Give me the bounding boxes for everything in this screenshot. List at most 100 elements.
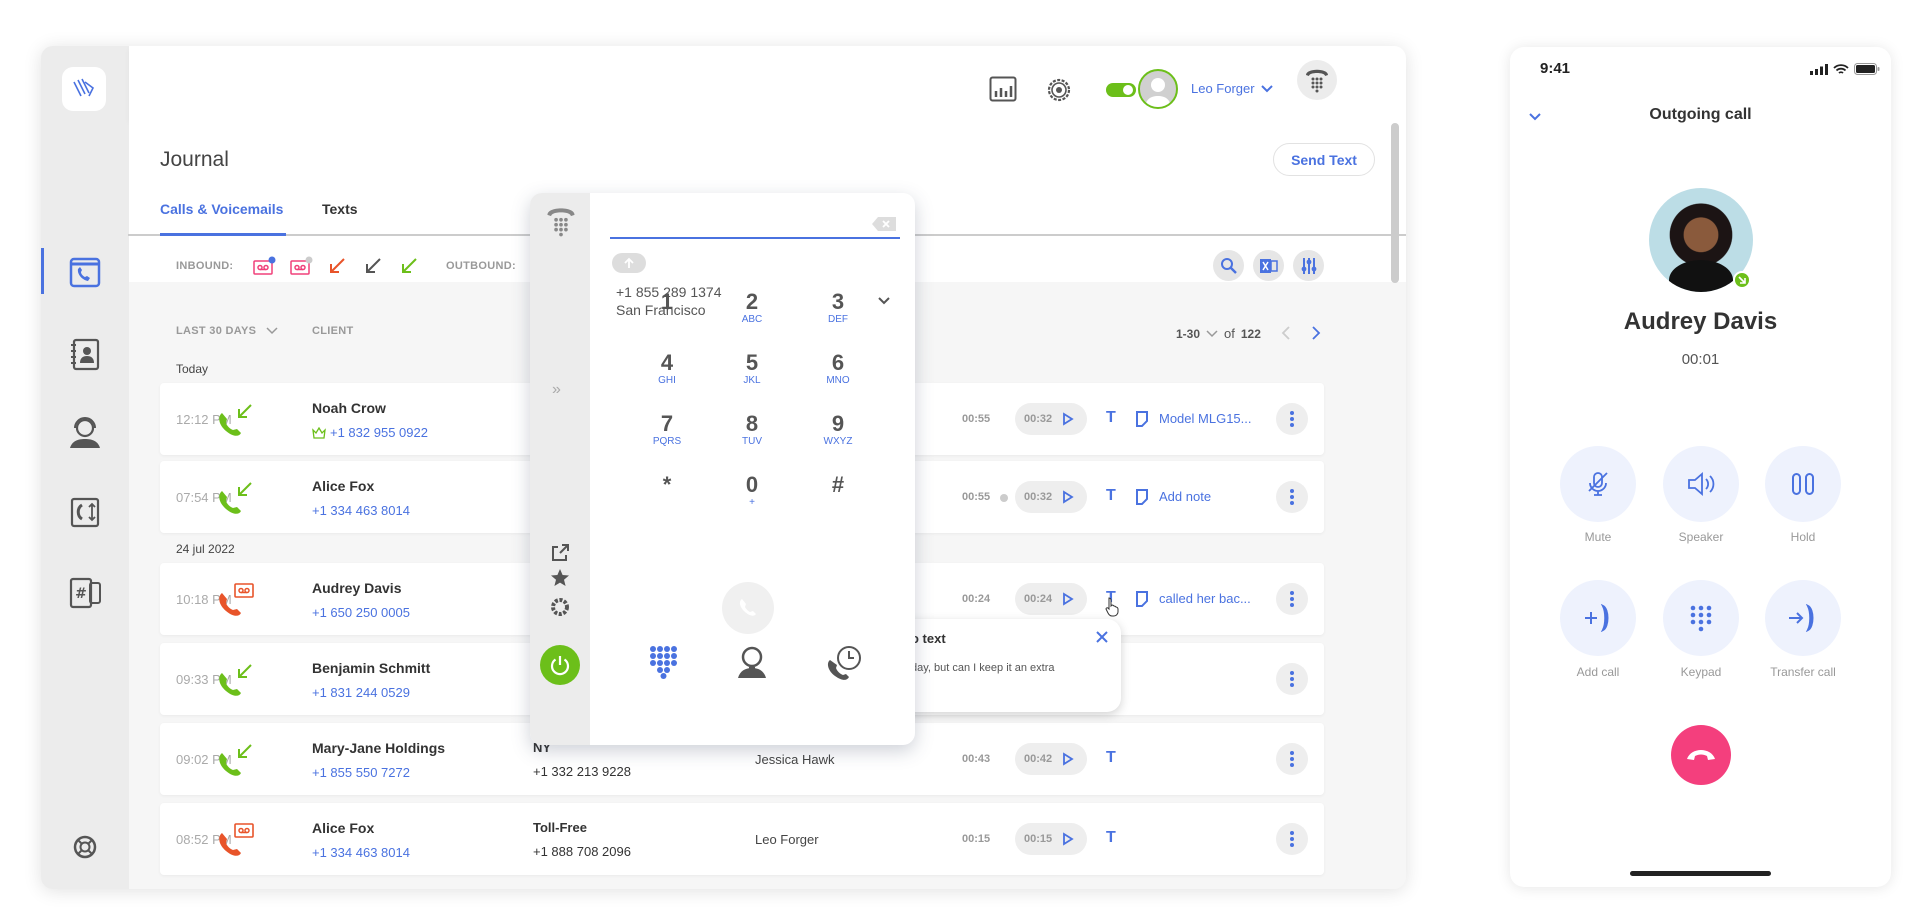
client-phone[interactable]: +1 832 955 0922 [330, 425, 428, 440]
client-name[interactable]: Alice Fox [312, 820, 374, 836]
sidebar-item-numbers[interactable]: # [65, 572, 105, 612]
transcription-button[interactable]: T [1106, 749, 1116, 767]
client-phone-wrap[interactable]: +1 855 550 7272 [312, 765, 410, 780]
client-phone[interactable]: +1 855 550 7272 [312, 765, 410, 780]
dial-key[interactable]: 5 JKL [717, 351, 787, 387]
mute-button[interactable] [1560, 446, 1636, 522]
note-icon[interactable] [1135, 411, 1149, 427]
filter-missed[interactable] [328, 257, 346, 280]
call-note[interactable]: called her bac... [1159, 591, 1251, 606]
availability-toggle[interactable] [1106, 83, 1136, 97]
user-avatar[interactable] [1138, 69, 1178, 109]
add-call-button[interactable] [1560, 580, 1636, 656]
chevron-down-icon[interactable] [1206, 329, 1218, 338]
note-icon[interactable] [1135, 489, 1149, 505]
tab-calls-voicemails[interactable]: Calls & Voicemails [160, 201, 283, 217]
dial-key[interactable]: 8 TUV [717, 412, 787, 448]
app-logo[interactable] [62, 67, 106, 111]
power-button[interactable] [540, 645, 580, 685]
client-name[interactable]: Mary-Jane Holdings [312, 740, 445, 756]
send-text-button[interactable]: Send Text [1273, 143, 1375, 176]
reports-button[interactable] [989, 76, 1017, 107]
client-phone-wrap[interactable]: +1 334 463 8014 [312, 503, 410, 518]
recording-player[interactable]: 00:24 [1015, 583, 1087, 615]
dial-key[interactable]: 0 + [717, 473, 787, 509]
hold-button[interactable] [1765, 446, 1841, 522]
call-note[interactable]: Add note [1159, 489, 1211, 504]
client-name[interactable]: Benjamin Schmitt [312, 660, 430, 676]
period-dropdown[interactable]: LAST 30 DAYS [176, 325, 278, 337]
caller-id-dropdown[interactable] [877, 293, 891, 311]
next-page-button[interactable] [1311, 325, 1321, 346]
call-button[interactable] [722, 582, 774, 634]
history-tab[interactable] [825, 645, 863, 686]
dial-key[interactable]: * [632, 473, 702, 497]
filter-settings-button[interactable] [1293, 250, 1324, 281]
backspace-button[interactable] [872, 217, 896, 236]
call-note[interactable]: Model MLG15... [1159, 411, 1252, 426]
contacts-tab[interactable] [735, 645, 769, 684]
dial-number-input[interactable] [610, 213, 900, 239]
note-icon[interactable] [1135, 591, 1149, 607]
export-excel-button[interactable] [1253, 250, 1284, 281]
row-menu-button[interactable] [1276, 583, 1308, 615]
client-name[interactable]: Noah Crow [312, 400, 386, 416]
row-menu-button[interactable] [1276, 663, 1308, 695]
transcription-button[interactable]: T [1106, 829, 1116, 847]
client-phone-wrap[interactable]: +1 832 955 0922 [312, 425, 428, 440]
dialer-toggle-button[interactable] [1297, 60, 1337, 100]
filter-voicemail-new[interactable] [253, 256, 277, 281]
recording-player[interactable]: 00:15 [1015, 823, 1087, 855]
keypad-button[interactable] [1663, 580, 1739, 656]
client-phone-wrap[interactable]: +1 650 250 0005 [312, 605, 410, 620]
expand-rail-button[interactable]: » [552, 381, 561, 399]
sidebar-item-help[interactable] [65, 827, 105, 867]
speaker-button[interactable] [1663, 446, 1739, 522]
filter-answered[interactable] [400, 257, 418, 280]
dialer-logo[interactable] [545, 203, 577, 244]
client-name[interactable]: Audrey Davis [312, 580, 401, 596]
sidebar-item-call-flows[interactable] [65, 492, 105, 532]
call-row[interactable]: 08:52 PM Alice Fox +1 334 463 8014 Toll-Fre… [160, 803, 1324, 875]
dial-key[interactable]: 7 PQRS [632, 412, 702, 448]
user-name[interactable]: Leo Forger [1191, 81, 1255, 96]
dial-key[interactable]: 3 DEF [803, 290, 873, 326]
client-phone[interactable]: +1 334 463 8014 [312, 503, 410, 518]
tab-texts[interactable]: Texts [322, 201, 358, 217]
search-button[interactable] [1213, 250, 1244, 281]
row-menu-button[interactable] [1276, 403, 1308, 435]
settings-button[interactable] [1045, 76, 1073, 109]
dial-key[interactable]: 6 MNO [803, 351, 873, 387]
recording-player[interactable]: 00:32 [1015, 481, 1087, 513]
filter-voicemail-heard[interactable] [290, 256, 314, 281]
dialer-settings-button[interactable] [550, 597, 570, 622]
dial-key[interactable]: 2 ABC [717, 290, 787, 326]
filter-rejected[interactable] [364, 257, 382, 280]
transcription-button[interactable]: T [1106, 409, 1116, 427]
client-phone[interactable]: +1 334 463 8014 [312, 845, 410, 860]
popout-button[interactable] [550, 543, 570, 568]
sidebar-item-agents[interactable] [65, 412, 105, 452]
sidebar-item-contacts[interactable] [65, 334, 105, 374]
row-menu-button[interactable] [1276, 743, 1308, 775]
client-phone[interactable]: +1 831 244 0529 [312, 685, 410, 700]
user-menu-chevron[interactable] [1260, 81, 1274, 99]
client-phone[interactable]: +1 650 250 0005 [312, 605, 410, 620]
dial-key[interactable]: 4 GHI [632, 351, 702, 387]
prev-page-button[interactable] [1281, 325, 1291, 346]
client-phone-wrap[interactable]: +1 831 244 0529 [312, 685, 410, 700]
favorites-button[interactable] [550, 568, 570, 593]
caller-id-up-button[interactable] [612, 253, 646, 273]
recording-player[interactable]: 00:32 [1015, 403, 1087, 435]
hang-up-button[interactable] [1671, 725, 1731, 785]
client-phone-wrap[interactable]: +1 334 463 8014 [312, 845, 410, 860]
popover-close-button[interactable] [1095, 630, 1109, 649]
row-menu-button[interactable] [1276, 823, 1308, 855]
row-menu-button[interactable] [1276, 481, 1308, 513]
transcription-button[interactable]: T [1106, 487, 1116, 505]
client-name[interactable]: Alice Fox [312, 478, 374, 494]
dial-key[interactable]: # [803, 473, 873, 497]
dial-key[interactable]: 1 [632, 290, 702, 314]
page-range[interactable]: 1-30 [1176, 327, 1200, 341]
scrollbar[interactable] [1391, 123, 1399, 283]
